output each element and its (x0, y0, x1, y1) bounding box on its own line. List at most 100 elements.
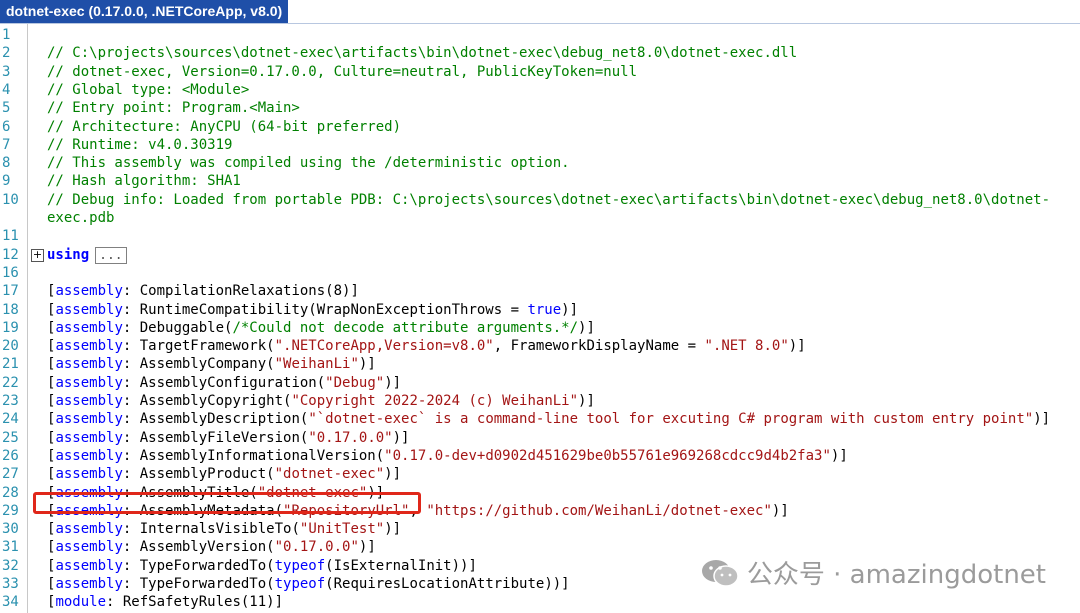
code-token: : AssemblyInformationalVersion( (122, 447, 385, 464)
code-text: [assembly: AssemblyFileVersion("0.17.0.0… (47, 429, 409, 447)
code-token: assembly (55, 521, 123, 538)
line-number: 27 (2, 466, 19, 483)
collapsed-region[interactable]: ... (95, 246, 127, 264)
code-token: assembly (55, 557, 123, 574)
watermark-text: 公众号 · amazingdotnet (746, 560, 1046, 590)
code-text: // Debug info: Loaded from portable PDB:… (47, 191, 1050, 209)
line-number: 8 (2, 155, 11, 172)
code-text: [assembly: TypeForwardedTo(typeof(Requir… (47, 575, 570, 593)
code-token: : AssemblyProduct( (122, 466, 275, 483)
code-token: "dotnet-exec" (274, 466, 385, 483)
code-token: : Debuggable( (122, 319, 233, 336)
code-line: 12 + using... (0, 246, 1080, 264)
code-token: assembly (55, 429, 123, 446)
code-text: // dotnet-exec, Version=0.17.0.0, Cultur… (47, 63, 637, 81)
document-tab[interactable]: dotnet-exec (0.17.0.0, .NETCoreApp, v8.0… (0, 0, 289, 23)
code-token: : RuntimeCompatibility(WrapNonExceptionT… (122, 301, 528, 318)
code-token: ".NETCoreApp,Version=v8.0" (274, 338, 494, 355)
code-token: // Entry point: Program.<Main> (47, 100, 300, 117)
line-number: 22 (2, 374, 19, 391)
code-token: (RequiresLocationAttribute))] (325, 576, 570, 592)
code-text: [assembly: AssemblyVersion("0.17.0.0")] (47, 538, 376, 556)
code-token: "Copyright 2022-2024 (c) WeihanLi" (291, 393, 579, 409)
code-token: typeof (274, 557, 326, 574)
code-text: [assembly: AssemblyDescription("`dotnet-… (47, 410, 1050, 428)
code-line: 18 [assembly: RuntimeCompatibility(WrapNo… (0, 301, 1080, 319)
code-token: )] (384, 466, 402, 483)
highlight-box (33, 492, 421, 514)
watermark: 公众号 · amazingdotnet (701, 554, 1046, 591)
code-text: // Runtime: v4.0.30319 (47, 136, 232, 154)
line-number: 1 (2, 27, 11, 43)
code-token: assembly (55, 319, 123, 336)
code-token: assembly (55, 374, 123, 391)
tab-bar: dotnet-exec (0.17.0.0, .NETCoreApp, v8.0… (0, 0, 1080, 24)
code-token: : AssemblyConfiguration( (122, 374, 326, 391)
code-line: 1 (0, 26, 1080, 44)
code-token: : AssemblyFileVersion( (122, 429, 309, 446)
code-token: assembly (55, 539, 123, 556)
code-token: assembly (55, 283, 123, 300)
code-token: )] (1033, 411, 1051, 428)
code-line: 17 [assembly: CompilationRelaxations(8)] (0, 282, 1080, 300)
code-line: 11 (0, 227, 1080, 245)
code-line: 21 [assembly: AssemblyCompany("WeihanLi")… (0, 355, 1080, 373)
code-token: )] (578, 319, 595, 336)
code-token: assembly (55, 447, 123, 464)
line-number: 33 (2, 576, 19, 592)
code-token: assembly (55, 356, 123, 373)
code-text: using... (47, 246, 127, 264)
code-text: [assembly: AssemblyConfiguration("Debug"… (47, 374, 401, 392)
code-token: assembly (55, 411, 123, 428)
line-number: 7 (2, 136, 11, 153)
code-token: "UnitTest" (299, 521, 385, 538)
code-line: exec.pdb (0, 209, 1080, 227)
line-number: 24 (2, 411, 19, 428)
code-line: 27 [assembly: AssemblyProduct("dotnet-exe… (0, 465, 1080, 483)
line-number: 20 (2, 338, 19, 355)
line-number: 17 (2, 283, 19, 300)
expand-plus-icon[interactable]: + (31, 248, 44, 262)
code-token: "`dotnet-exec` is a command-line tool fo… (308, 411, 1034, 428)
code-text: [assembly: RuntimeCompatibility(WrapNonE… (47, 301, 578, 319)
line-number: 28 (2, 484, 19, 501)
code-token: // Hash algorithm: SHA1 (47, 173, 241, 190)
code-token: // Global type: <Module> (47, 81, 250, 98)
code-token: typeof (274, 576, 326, 592)
code-line: 3 // dotnet-exec, Version=0.17.0.0, Cultu… (0, 63, 1080, 81)
code-line: 8 // This assembly was compiled using the… (0, 154, 1080, 172)
code-line: 20 [assembly: TargetFramework(".NETCoreAp… (0, 337, 1080, 355)
code-token: // This assembly was compiled using the … (47, 155, 570, 172)
code-line: 2 // C:\projects\sources\dotnet-exec\arti… (0, 44, 1080, 62)
code-token: // Architecture: AnyCPU (64-bit preferre… (47, 118, 402, 135)
code-token: : InternalsVisibleTo( (122, 521, 300, 538)
line-number: 21 (2, 356, 19, 373)
code-text: [assembly: CompilationRelaxations(8)] (47, 282, 359, 300)
code-token: : CompilationRelaxations(8)] (122, 283, 359, 300)
code-text: exec.pdb (47, 209, 114, 227)
line-number: 18 (2, 301, 19, 318)
code-token: exec.pdb (47, 210, 115, 226)
code-text: [assembly: InternalsVisibleTo("UnitTest"… (47, 520, 401, 538)
code-token: // C:\projects\sources\dotnet-exec\artif… (47, 45, 798, 62)
code-editor[interactable]: 1 2 // C:\projects\sources\dotnet-exec\art… (0, 24, 1080, 613)
line-number: 11 (2, 228, 19, 245)
line-number: 2 (2, 45, 11, 62)
code-token: "0.17.0-dev+d0902d451629be0b55761e969268… (384, 447, 831, 464)
code-text: [assembly: AssemblyProduct("dotnet-exec"… (47, 465, 401, 483)
line-number: 9 (2, 173, 11, 190)
code-line: 24 [assembly: AssemblyDescription("`dotne… (0, 410, 1080, 428)
code-token: : TypeForwardedTo( (122, 576, 275, 592)
code-token: "0.17.0.0" (308, 429, 393, 446)
line-number: 3 (2, 63, 11, 80)
code-token: : TargetFramework( (122, 338, 275, 355)
code-text: // This assembly was compiled using the … (47, 154, 570, 172)
code-line: 30 [assembly: InternalsVisibleTo("UnitTes… (0, 520, 1080, 538)
line-number: 29 (2, 502, 19, 519)
code-text: [assembly: TypeForwardedTo(typeof(IsExte… (47, 557, 477, 575)
code-token: : AssemblyCopyright( (122, 393, 292, 409)
code-line: 19 [assembly: Debuggable(/*Could not deco… (0, 319, 1080, 337)
code-text: [module: RefSafetyRules(11)] (47, 593, 283, 611)
code-token: true (527, 301, 562, 318)
line-number: 4 (2, 81, 11, 98)
